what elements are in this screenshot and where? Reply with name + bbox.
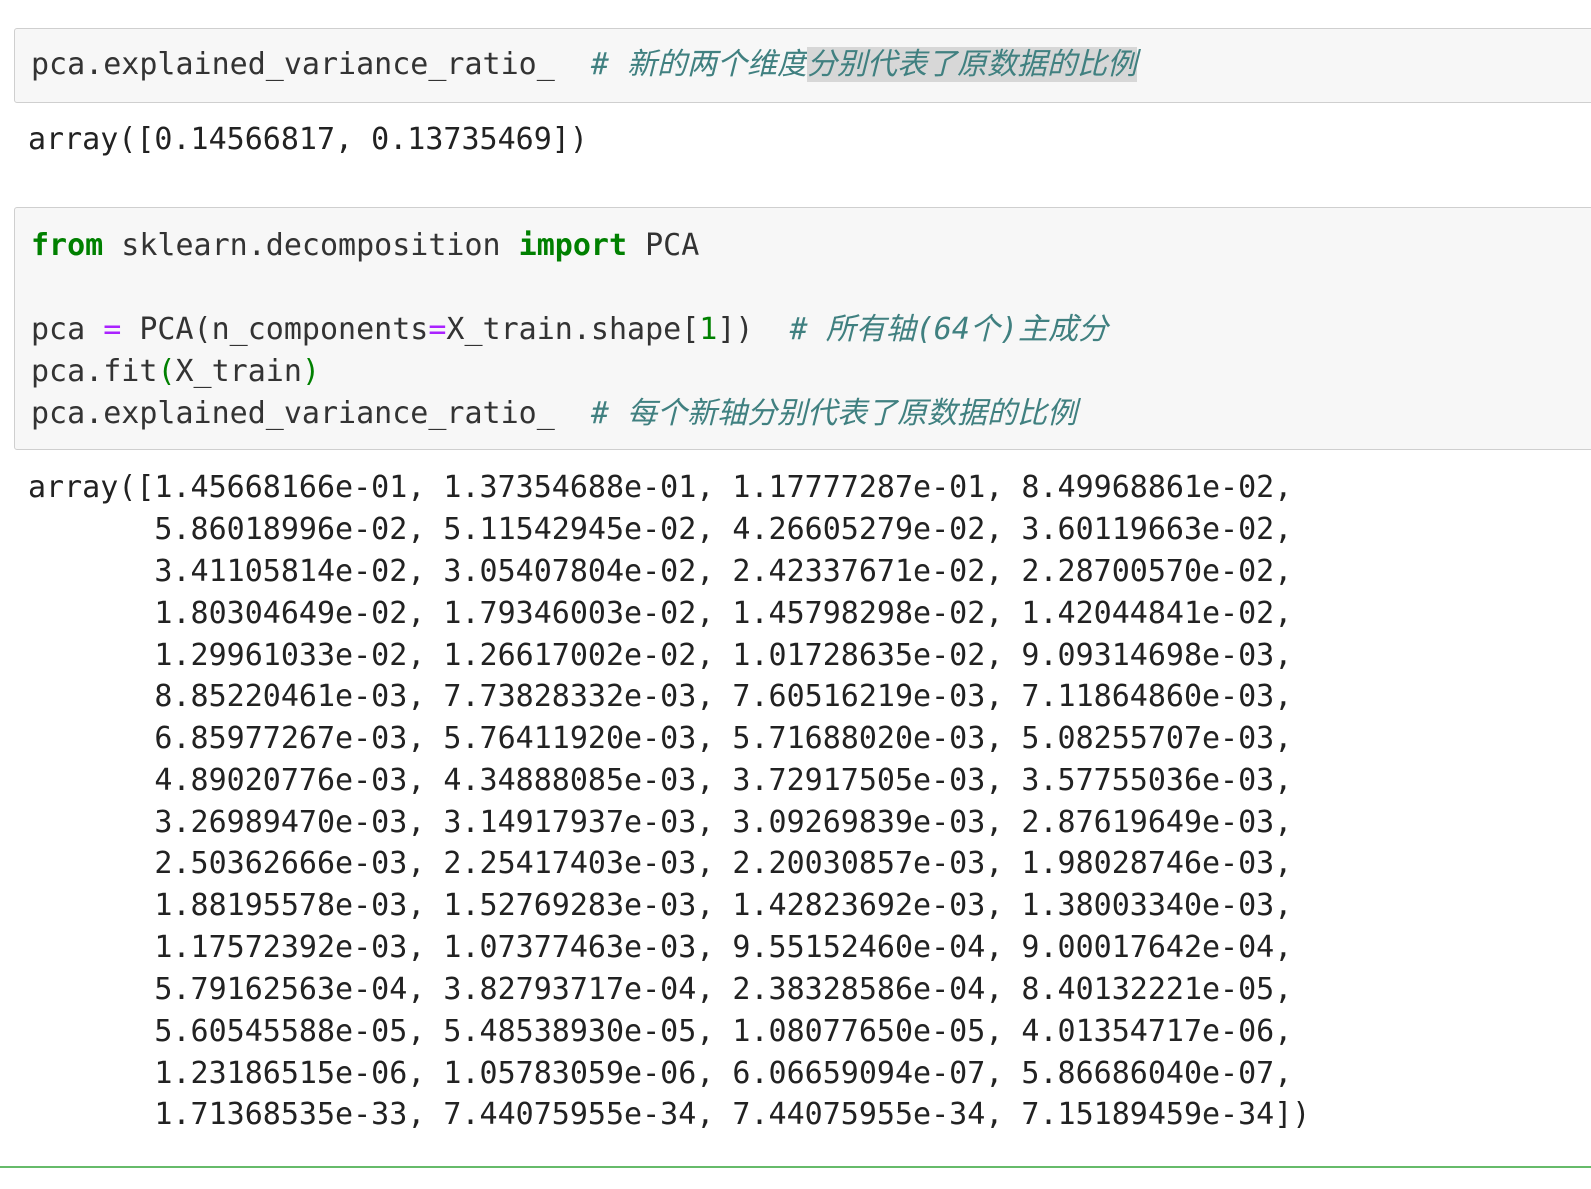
output-line: 4.89020776e-03, 4.34888085e-03, 3.729175… bbox=[28, 763, 1293, 798]
comment: # 所有轴(64个)主成分 bbox=[789, 312, 1108, 347]
code-text: pca.explained_variance_ratio_ bbox=[31, 47, 555, 82]
output-line: array([1.45668166e-01, 1.37354688e-01, 1… bbox=[28, 470, 1293, 505]
code-cell-1-input[interactable]: pca.explained_variance_ratio_ # 新的两个维度分别… bbox=[14, 28, 1591, 103]
output-1: array([0.14566817, 0.13735469]) bbox=[28, 122, 588, 157]
paren-close: ) bbox=[301, 354, 320, 389]
output-line: 5.79162563e-04, 3.82793717e-04, 2.383285… bbox=[28, 972, 1293, 1007]
kwarg-operator: = bbox=[428, 312, 447, 347]
code-text: pca.explained_variance_ratio_ bbox=[31, 396, 591, 431]
call-arg: X_train bbox=[175, 354, 302, 389]
cell-boundary-line bbox=[0, 1166, 1591, 1168]
output-line: 1.29961033e-02, 1.26617002e-02, 1.017286… bbox=[28, 638, 1293, 673]
keyword-from: from bbox=[31, 228, 104, 263]
output-line: 1.71368535e-33, 7.44075955e-34, 7.440759… bbox=[28, 1097, 1311, 1132]
output-line: 2.50362666e-03, 2.25417403e-03, 2.200308… bbox=[28, 846, 1293, 881]
output-line: 3.41105814e-02, 3.05407804e-02, 2.423376… bbox=[28, 554, 1293, 589]
keyword-import: import bbox=[518, 228, 628, 263]
comment: # 每个新轴分别代表了原数据的比例 bbox=[590, 396, 1078, 431]
output-line: 6.85977267e-03, 5.76411920e-03, 5.716880… bbox=[28, 721, 1293, 756]
selected-text: 分别代表了原数据的比例 bbox=[807, 47, 1138, 82]
comment: # 新的两个维度分别代表了原数据的比例 bbox=[590, 47, 1138, 82]
output-line: 1.80304649e-02, 1.79346003e-02, 1.457982… bbox=[28, 596, 1293, 631]
output-line: 3.26989470e-03, 3.14917937e-03, 3.092698… bbox=[28, 805, 1293, 840]
code-line-3: pca.fit(X_train) bbox=[31, 354, 320, 390]
code-line-2: pca = PCA(n_components=X_train.shape[1])… bbox=[31, 312, 1108, 348]
call-name: pca.fit bbox=[31, 354, 158, 389]
code-line-4: pca.explained_variance_ratio_ # 每个新轴分别代表… bbox=[31, 396, 1077, 432]
module-name: sklearn.decomposition bbox=[103, 228, 519, 263]
number-literal: 1 bbox=[699, 312, 718, 347]
code-cell-2-input[interactable]: from sklearn.decomposition import PCA pc… bbox=[14, 207, 1591, 450]
output-line: 1.17572392e-03, 1.07377463e-03, 9.551524… bbox=[28, 930, 1293, 965]
assign-operator: = bbox=[103, 312, 122, 347]
output-line: 5.60545588e-05, 5.48538930e-05, 1.080776… bbox=[28, 1014, 1293, 1049]
import-name: PCA bbox=[627, 228, 700, 263]
output-line: 1.88195578e-03, 1.52769283e-03, 1.428236… bbox=[28, 888, 1293, 923]
call-arg: X_train.shape[ bbox=[446, 312, 700, 347]
comment-prefix: # 新的两个维度 bbox=[590, 47, 808, 82]
output-line: 1.23186515e-06, 1.05783059e-06, 6.066590… bbox=[28, 1056, 1293, 1091]
call-start: PCA(n_components bbox=[121, 312, 429, 347]
paren-open: ( bbox=[157, 354, 176, 389]
output-line: 5.86018996e-02, 5.11542945e-02, 4.266052… bbox=[28, 512, 1293, 547]
code-line: pca.explained_variance_ratio_ # 新的两个维度分别… bbox=[31, 47, 1138, 83]
output-line: 8.85220461e-03, 7.73828332e-03, 7.605162… bbox=[28, 679, 1293, 714]
var-name: pca bbox=[31, 312, 104, 347]
call-end: ]) bbox=[717, 312, 790, 347]
code-line-1: from sklearn.decomposition import PCA bbox=[31, 228, 699, 264]
